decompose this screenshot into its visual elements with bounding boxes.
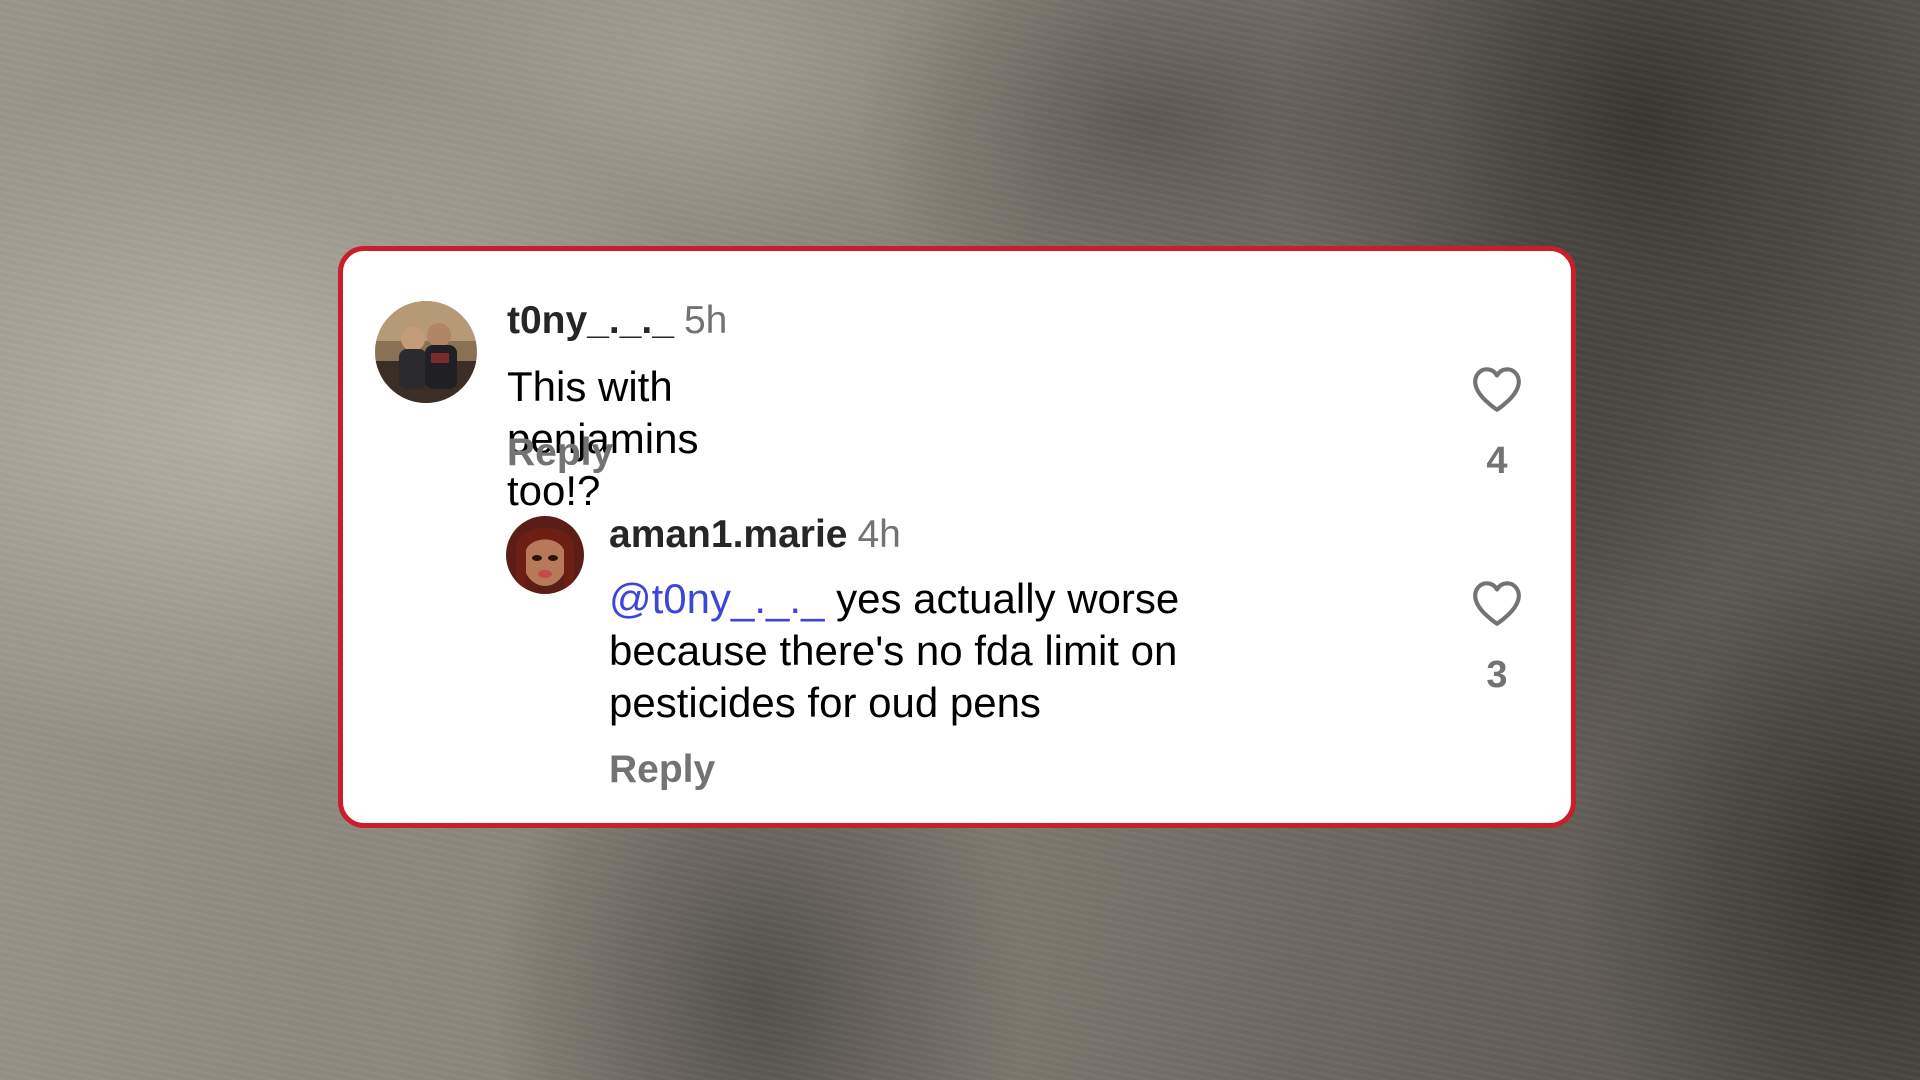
reply-button[interactable]: Reply	[609, 748, 715, 792]
avatar[interactable]	[506, 516, 584, 594]
timestamp: 4h	[857, 513, 901, 556]
heart-icon[interactable]	[1470, 579, 1524, 627]
like-control: 3	[1457, 579, 1537, 697]
reply-text-line: pesticides for oud pens	[609, 679, 1041, 726]
like-count: 4	[1486, 440, 1508, 482]
reply-text-line: because there's no fda limit on	[609, 627, 1178, 674]
comment-meta: t0ny_._._ 5h	[507, 299, 727, 343]
reply-button[interactable]: Reply	[507, 431, 613, 475]
reply-text: @t0ny_._._ yes actually worse because th…	[609, 573, 1369, 729]
username[interactable]: aman1.marie	[609, 513, 847, 556]
like-count: 3	[1486, 654, 1508, 696]
mention-link[interactable]: @t0ny_._._	[609, 575, 824, 622]
like-control: 4	[1457, 365, 1537, 483]
reply-meta: aman1.marie 4h	[609, 513, 901, 557]
comments-card: t0ny_._._ 5h This with penjamins too!? Re…	[338, 246, 1576, 828]
reply-text-line: yes actually worse	[824, 575, 1180, 622]
avatar[interactable]	[375, 301, 477, 403]
profile-photo-icon	[375, 301, 477, 403]
profile-photo-icon	[506, 516, 584, 594]
username[interactable]: t0ny_._._	[507, 299, 674, 342]
timestamp: 5h	[683, 299, 728, 342]
heart-icon[interactable]	[1470, 365, 1524, 413]
